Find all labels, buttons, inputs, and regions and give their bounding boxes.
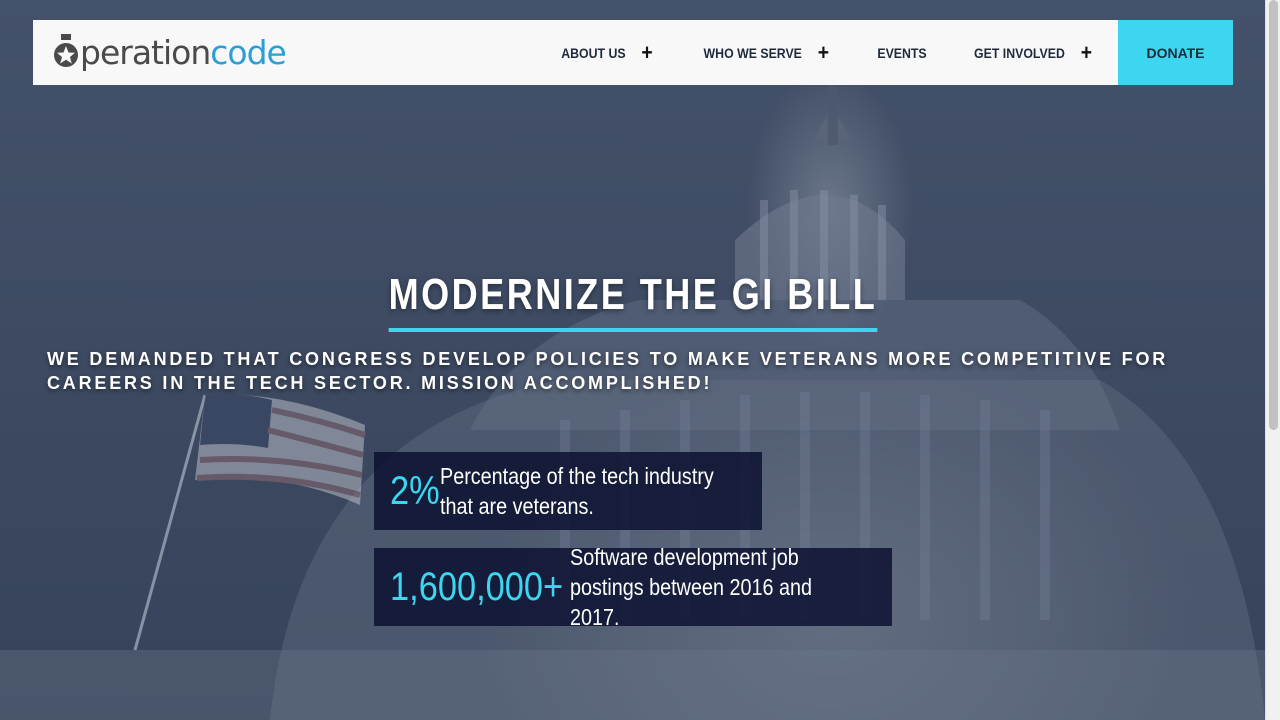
top-navbar: peration code ABOUT US + WHO WE SERVE + … bbox=[33, 20, 1233, 85]
hero-title-wrap: MODERNIZE THE GI BILL bbox=[0, 270, 1265, 332]
hero-subtitle: WE DEMANDED THAT CONGRESS DEVELOP POLICI… bbox=[47, 349, 1169, 393]
stat-card-job-postings: 1,600,000+ Software development job post… bbox=[374, 544, 892, 630]
nav-item-get-involved[interactable]: GET INVOLVED + bbox=[958, 20, 1108, 85]
nav-item-label: EVENTS bbox=[877, 44, 927, 61]
nav-item-events[interactable]: EVENTS bbox=[861, 20, 942, 85]
stat-card-veterans-percentage: 2% Percentage of the tech industry that … bbox=[374, 452, 762, 530]
main-nav: ABOUT US + WHO WE SERVE + EVENTS GET INV… bbox=[537, 20, 1233, 85]
stat-value: 1,600,000+ bbox=[390, 564, 564, 609]
plus-icon[interactable]: + bbox=[642, 41, 653, 64]
stat-description: Software development job postings betwee… bbox=[570, 544, 812, 630]
logo-text-code: code bbox=[210, 33, 287, 72]
nav-item-about-us[interactable]: ABOUT US + bbox=[546, 20, 669, 85]
plus-icon[interactable]: + bbox=[818, 41, 829, 64]
nav-item-label: GET INVOLVED bbox=[973, 44, 1065, 61]
hero-title: MODERNIZE THE GI BILL bbox=[388, 270, 877, 332]
medal-star-icon bbox=[53, 33, 79, 70]
nav-item-label: WHO WE SERVE bbox=[703, 44, 803, 61]
nav-item-who-we-serve[interactable]: WHO WE SERVE + bbox=[688, 20, 845, 85]
page-scrollbar[interactable] bbox=[1265, 0, 1280, 720]
stat-description: Percentage of the tech industry that are… bbox=[440, 463, 714, 519]
logo-text-operation: peration bbox=[80, 33, 211, 72]
donate-button[interactable]: DONATE bbox=[1118, 20, 1233, 85]
operationcode-logo[interactable]: peration code bbox=[53, 20, 287, 85]
nav-item-label: ABOUT US bbox=[561, 44, 626, 61]
plus-icon[interactable]: + bbox=[1081, 41, 1092, 64]
stat-value: 2% bbox=[390, 468, 440, 513]
scrollbar-thumb[interactable] bbox=[1269, 0, 1278, 430]
